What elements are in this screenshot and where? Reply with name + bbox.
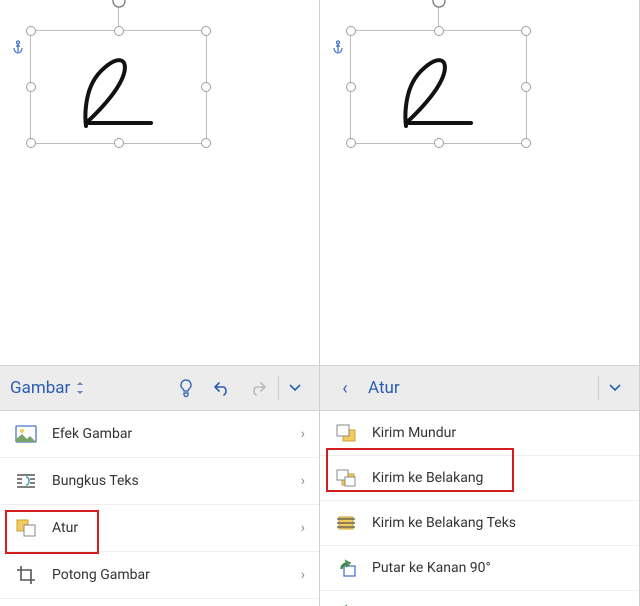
menu-item-kirim-ke-belakang-teks[interactable]: Kirim ke Belakang Teks xyxy=(320,501,639,546)
picture-menu: Efek Gambar › Bungkus Teks › Atur › xyxy=(0,411,319,606)
menu-label: Kirim ke Belakang Teks xyxy=(372,515,625,531)
signature-image xyxy=(351,31,526,143)
resize-handle-mr[interactable] xyxy=(201,82,211,92)
resize-handle-bm[interactable] xyxy=(434,138,444,148)
undo-icon[interactable] xyxy=(204,370,240,406)
crop-icon xyxy=(14,563,38,587)
resize-handle-tm[interactable] xyxy=(114,26,124,36)
rotation-stem xyxy=(118,7,119,26)
rotation-handle[interactable] xyxy=(111,0,127,9)
rotation-handle[interactable] xyxy=(431,0,447,9)
title-sort-icon[interactable] xyxy=(74,381,86,395)
resize-handle-bm[interactable] xyxy=(114,138,124,148)
chevron-right-icon: › xyxy=(301,473,305,489)
menu-item-bungkus-teks[interactable]: Bungkus Teks › xyxy=(0,458,319,505)
menu-item-putar-kiri[interactable]: Putar ke Kiri 90° xyxy=(320,591,639,606)
redo-icon[interactable] xyxy=(240,370,276,406)
resize-handle-tm[interactable] xyxy=(434,26,444,36)
toolbar-separator xyxy=(278,376,279,400)
resize-handle-mr[interactable] xyxy=(521,82,531,92)
rotate-left-icon xyxy=(334,601,358,606)
resize-handle-br[interactable] xyxy=(521,138,531,148)
menu-item-potong-gambar[interactable]: Potong Gambar › xyxy=(0,552,319,599)
resize-handle-tr[interactable] xyxy=(521,26,531,36)
menu-label: Kirim ke Belakang xyxy=(372,470,625,486)
anchor-icon xyxy=(12,40,24,54)
menu-item-atur[interactable]: Atur › xyxy=(0,505,319,552)
wrap-text-icon xyxy=(14,469,38,493)
chevron-right-icon: › xyxy=(301,520,305,536)
toolbar-title[interactable]: Gambar xyxy=(10,378,70,398)
selected-picture[interactable] xyxy=(30,30,207,144)
menu-label: Bungkus Teks xyxy=(52,473,301,489)
menu-label: Putar ke Kanan 90° xyxy=(372,560,625,576)
rotate-right-icon xyxy=(334,556,358,580)
menu-label: Atur xyxy=(52,520,301,536)
resize-handle-tl[interactable] xyxy=(26,26,36,36)
signature-image xyxy=(31,31,206,143)
behind-text-icon xyxy=(334,511,358,535)
menu-label: Efek Gambar xyxy=(52,426,301,442)
arrange-icon xyxy=(14,516,38,540)
resize-handle-tl[interactable] xyxy=(346,26,356,36)
menu-item-kirim-mundur[interactable]: Kirim Mundur xyxy=(320,411,639,456)
resize-handle-tr[interactable] xyxy=(201,26,211,36)
rotation-stem xyxy=(438,7,439,26)
toolbar-collapse[interactable] xyxy=(281,384,309,392)
send-back-icon xyxy=(334,421,358,445)
back-button[interactable]: ‹ xyxy=(330,378,360,399)
chevron-right-icon: › xyxy=(301,567,305,583)
bulb-icon[interactable] xyxy=(168,370,204,406)
menu-item-kirim-ke-belakang[interactable]: Kirim ke Belakang xyxy=(320,456,639,501)
toolbar-title: Atur xyxy=(368,378,400,398)
chevron-right-icon: › xyxy=(301,426,305,442)
menu-item-putar-kanan[interactable]: Putar ke Kanan 90° xyxy=(320,546,639,591)
menu-label: Potong Gambar xyxy=(52,567,301,583)
selected-picture[interactable] xyxy=(350,30,527,144)
resize-handle-ml[interactable] xyxy=(26,82,36,92)
resize-handle-bl[interactable] xyxy=(346,138,356,148)
resize-handle-br[interactable] xyxy=(201,138,211,148)
arrange-toolbar: ‹ Atur xyxy=(320,365,639,411)
resize-handle-ml[interactable] xyxy=(346,82,356,92)
picture-toolbar: Gambar xyxy=(0,365,319,411)
resize-handle-bl[interactable] xyxy=(26,138,36,148)
anchor-icon xyxy=(332,40,344,54)
image-effect-icon xyxy=(14,422,38,446)
send-to-back-icon xyxy=(334,466,358,490)
arrange-menu: Kirim Mundur Kirim ke Belakang Kirim ke … xyxy=(320,411,639,606)
toolbar-separator xyxy=(598,376,599,400)
document-canvas[interactable] xyxy=(0,0,319,365)
menu-label: Kirim Mundur xyxy=(372,425,625,441)
toolbar-collapse[interactable] xyxy=(601,384,629,392)
document-canvas[interactable] xyxy=(320,0,639,365)
menu-item-efek-gambar[interactable]: Efek Gambar › xyxy=(0,411,319,458)
